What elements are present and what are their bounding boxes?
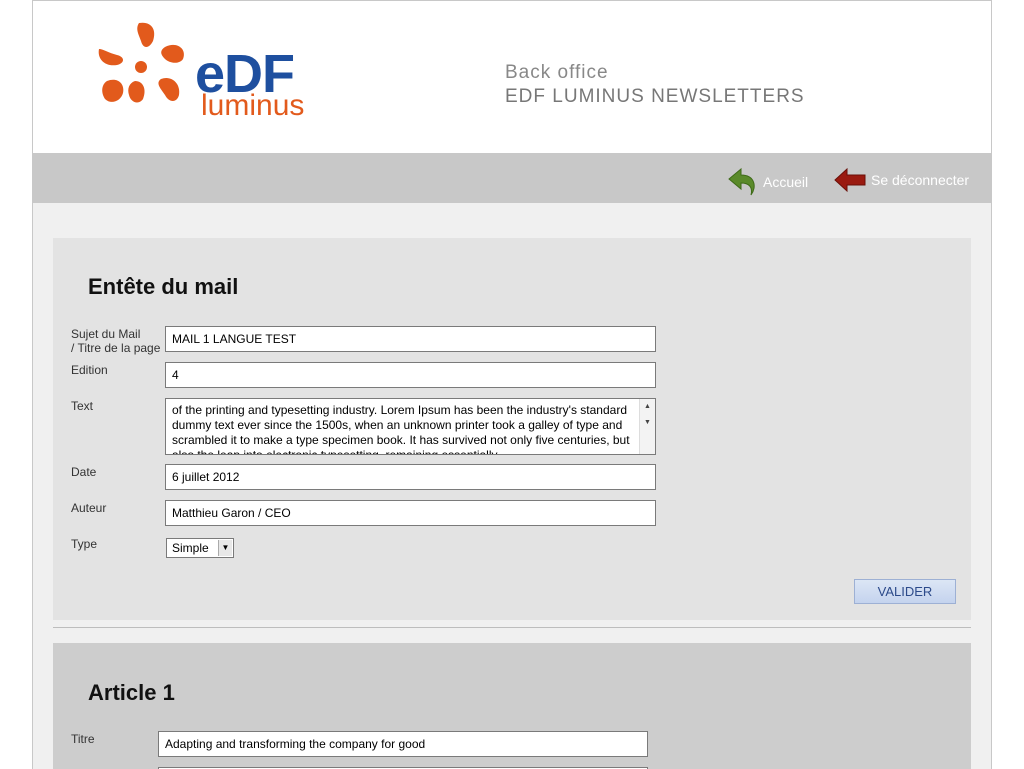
date-label: Date	[71, 465, 97, 479]
edf-luminus-logo[interactable]: eDF luminus	[95, 19, 335, 129]
edition-label: Edition	[71, 363, 108, 377]
navbar: Accueil Se déconnecter	[33, 153, 991, 203]
text-textarea-content: of the printing and typesetting industry…	[172, 403, 630, 455]
section-divider	[53, 627, 971, 628]
nav-home-label: Accueil	[763, 174, 809, 190]
type-select-value: Simple	[172, 541, 209, 555]
scroll-up-icon[interactable]: ▲	[640, 399, 655, 414]
subject-label-line1: Sujet du Mail	[71, 327, 141, 341]
text-textarea[interactable]: of the printing and typesetting industry…	[165, 398, 656, 455]
logo-luminus-text: luminus	[201, 89, 305, 122]
edition-input[interactable]: 4	[165, 362, 656, 388]
back-arrow-icon	[728, 167, 755, 196]
edf-sun-icon	[98, 22, 184, 103]
valider-button[interactable]: VALIDER	[854, 579, 956, 604]
type-select[interactable]: Simple ▼	[166, 538, 234, 558]
nav-logout-label: Se déconnecter	[871, 172, 970, 188]
type-label: Type	[71, 537, 98, 551]
article-heading: Article 1	[88, 680, 175, 705]
text-label: Text	[71, 399, 94, 413]
mail-header-panel: Entête du mail Sujet du Mail / Titre de …	[53, 238, 971, 620]
article-title-input[interactable]: Adapting and transforming the company fo…	[158, 731, 648, 757]
textarea-scrollbar[interactable]: ▲ ▼	[639, 399, 655, 454]
author-label: Auteur	[71, 501, 107, 515]
header: eDF luminus Back office EDF LUMINUS NEWS…	[33, 1, 991, 153]
article-title-label: Titre	[71, 732, 95, 746]
header-subtitle: Back office	[505, 62, 609, 83]
header-app-name: EDF LUMINUS NEWSLETTERS	[505, 86, 805, 107]
header-title: Back office EDF LUMINUS NEWSLETTERS	[505, 61, 805, 109]
page-frame: eDF luminus Back office EDF LUMINUS NEWS…	[32, 0, 992, 769]
author-input[interactable]: Matthieu Garon / CEO	[165, 500, 656, 526]
subject-input[interactable]: MAIL 1 LANGUE TEST	[165, 326, 656, 352]
left-arrow-icon	[834, 167, 866, 193]
article-panel: Article 1 Titre Adapting and transformin…	[53, 643, 971, 769]
chevron-down-icon[interactable]: ▼	[218, 540, 232, 556]
scroll-down-icon[interactable]: ▼	[640, 415, 655, 430]
nav-logout-link[interactable]: Se déconnecter	[833, 167, 969, 193]
nav-home-link[interactable]: Accueil	[727, 167, 808, 197]
mail-header-heading: Entête du mail	[88, 274, 239, 299]
date-input[interactable]: 6 juillet 2012	[165, 464, 656, 490]
subject-label: Sujet du Mail / Titre de la page	[71, 327, 160, 355]
subject-label-line2: / Titre de la page	[71, 341, 161, 355]
